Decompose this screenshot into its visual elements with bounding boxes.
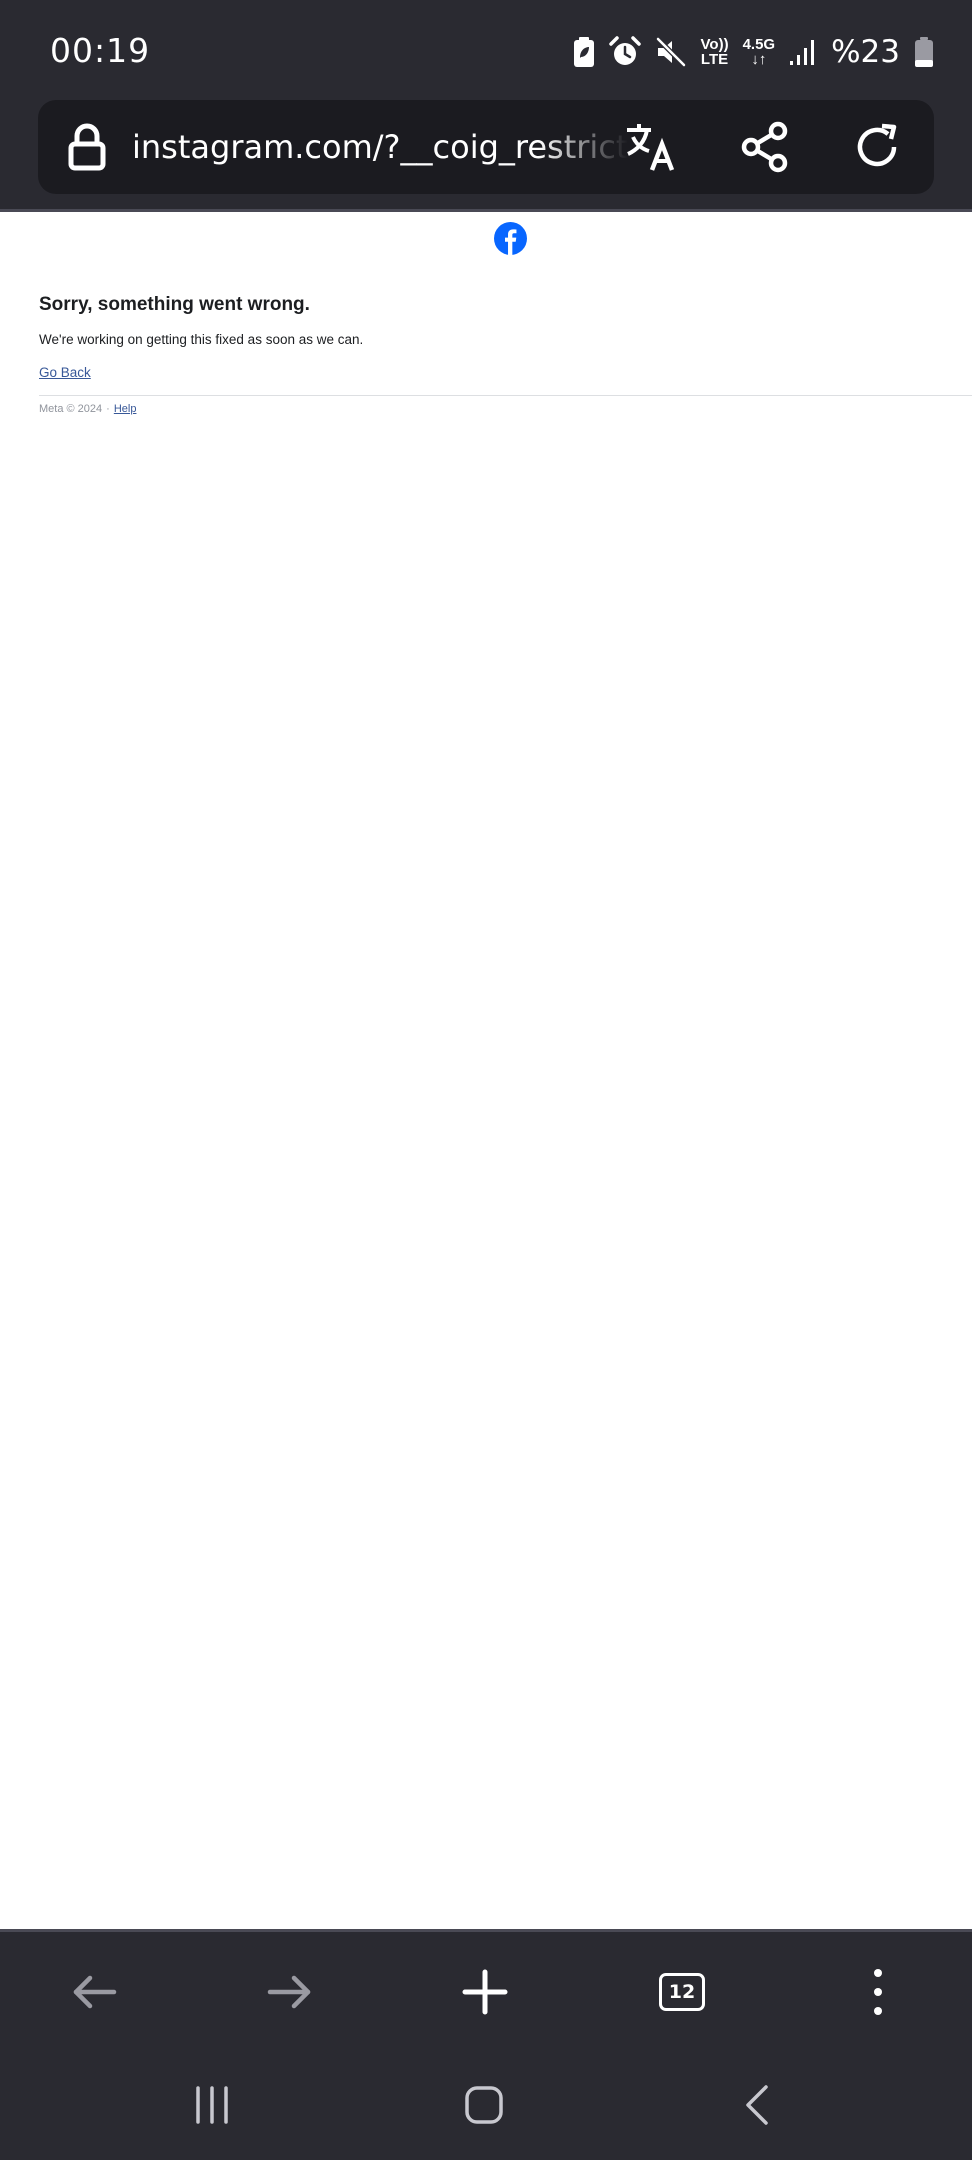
go-back-link[interactable]: Go Back — [39, 365, 91, 380]
data-type-text: 4.5G — [742, 36, 776, 53]
footer-separator: · — [106, 403, 110, 415]
tab-count[interactable]: 12 — [659, 1973, 705, 2011]
more-vertical-icon[interactable] — [846, 1960, 910, 2024]
back-chevron-icon[interactable] — [726, 2074, 790, 2136]
alarm-icon — [608, 36, 641, 68]
url-bar[interactable]: instagram.com/?__coig_restricted — [38, 100, 934, 194]
home-icon[interactable] — [452, 2074, 516, 2136]
data-arrows-text: ↓↑ — [751, 51, 767, 68]
system-nav-bar — [0, 2050, 972, 2160]
facebook-logo-icon[interactable] — [494, 222, 527, 255]
volte-bottom-text: LTE — [700, 51, 729, 68]
reload-icon[interactable] — [850, 120, 904, 174]
status-icons: Vo)) LTE 4.5G ↓↑ %23 — [573, 30, 934, 74]
share-icon[interactable] — [738, 120, 792, 174]
tabs-icon[interactable]: 12 — [650, 1960, 714, 2024]
page-content: Sorry, something went wrong. We're worki… — [0, 212, 972, 1929]
status-time: 00:19 — [50, 31, 151, 70]
volte-indicator: Vo)) LTE — [701, 37, 729, 67]
url-text[interactable]: instagram.com/?__coig_restricted — [132, 124, 628, 170]
translate-icon[interactable] — [624, 120, 678, 174]
browser-top-chrome: 00:19 Vo)) LTE 4.5G ↓↑ %23 instagram.com… — [0, 0, 972, 212]
lock-icon[interactable] — [62, 122, 112, 172]
plus-icon[interactable] — [453, 1960, 517, 2024]
page-title: Sorry, something went wrong. — [39, 294, 310, 315]
footer-copyright: Meta © 2024 — [39, 403, 103, 415]
content-divider — [39, 395, 972, 396]
battery-percentage: %23 — [831, 34, 900, 70]
browser-bottom-toolbar: 12 — [0, 1932, 972, 2050]
recents-icon[interactable] — [180, 2074, 244, 2136]
battery-icon — [914, 36, 934, 68]
help-link[interactable]: Help — [114, 403, 137, 415]
screen: 00:19 Vo)) LTE 4.5G ↓↑ %23 instagram.com… — [0, 0, 972, 2160]
mute-icon — [655, 36, 687, 68]
signal-icon — [789, 38, 817, 66]
forward-arrow-icon[interactable] — [258, 1960, 322, 2024]
page-footer: Meta © 2024 · Help — [39, 403, 136, 415]
volte-top-text: Vo)) — [700, 36, 729, 53]
battery-saver-icon — [573, 36, 595, 68]
back-arrow-icon[interactable] — [62, 1960, 126, 2024]
error-description: We're working on getting this fixed as s… — [39, 332, 364, 347]
data-type-indicator: 4.5G ↓↑ — [743, 37, 776, 67]
